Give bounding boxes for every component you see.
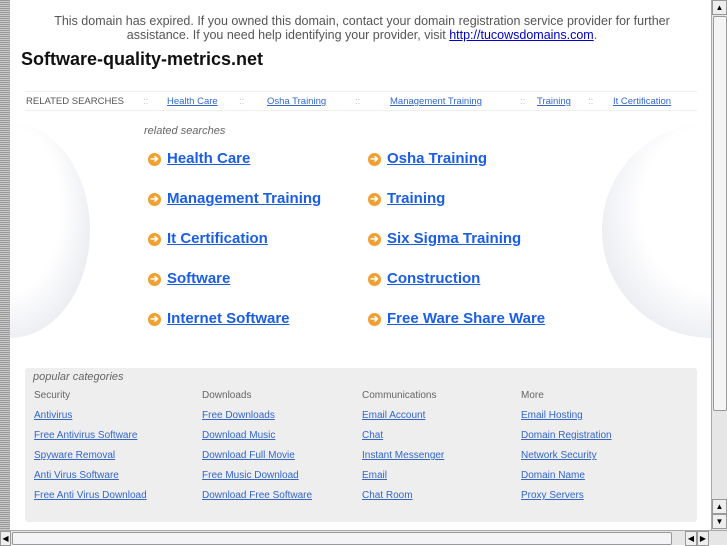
- category-link[interactable]: Free Music Download: [202, 470, 312, 482]
- category-link[interactable]: Download Free Software: [202, 490, 312, 502]
- vertical-scrollbar[interactable]: ▲ ▲ ▼: [711, 0, 727, 530]
- category-link[interactable]: Download Music: [202, 430, 312, 442]
- category-link[interactable]: Free Antivirus Software: [34, 430, 147, 442]
- category-link[interactable]: Anti Virus Software: [34, 470, 147, 482]
- separator: ::: [520, 96, 526, 107]
- notice-end: .: [593, 28, 598, 42]
- related-bar-link[interactable]: Health Care: [167, 96, 218, 107]
- related-bar-link[interactable]: Management Training: [390, 96, 482, 107]
- separator: ::: [239, 96, 245, 107]
- related-bar-label: RELATED SEARCHES: [26, 96, 125, 107]
- category-link[interactable]: Free Anti Virus Download: [34, 490, 147, 502]
- related-link[interactable]: Free Ware Share Ware: [387, 310, 545, 327]
- related-link[interactable]: Training: [387, 190, 445, 207]
- decorative-globe-left: [10, 123, 90, 338]
- popular-title: popular categories: [33, 371, 124, 383]
- arrow-icon: ➔: [148, 193, 161, 206]
- category-link[interactable]: Antivirus: [34, 410, 147, 422]
- arrow-icon: ➔: [148, 233, 161, 246]
- category-link[interactable]: Instant Messenger: [362, 450, 444, 462]
- category-link[interactable]: Email Hosting: [521, 410, 612, 422]
- separator: ::: [588, 96, 594, 107]
- related-link[interactable]: Osha Training: [387, 150, 487, 167]
- related-item: ➔ Training: [368, 190, 445, 207]
- arrow-icon: ➔: [148, 153, 161, 166]
- related-link[interactable]: Construction: [387, 270, 480, 287]
- category-link[interactable]: Chat Room: [362, 490, 444, 502]
- related-searches-title: related searches: [144, 125, 226, 137]
- related-link[interactable]: It Certification: [167, 230, 268, 247]
- category-link[interactable]: Free Downloads: [202, 410, 312, 422]
- category-link[interactable]: Email Account: [362, 410, 444, 422]
- related-item: ➔ Software: [148, 270, 230, 287]
- related-bar-link[interactable]: Osha Training: [267, 96, 326, 107]
- category-column-downloads: Downloads Free Downloads Download Music Do…: [202, 390, 312, 510]
- category-column-more: More Email Hosting Domain Registration Net…: [521, 390, 612, 510]
- related-link[interactable]: Health Care: [167, 150, 250, 167]
- scroll-up-icon[interactable]: ▲: [712, 0, 727, 15]
- related-item: ➔ It Certification: [148, 230, 268, 247]
- decorative-globe-right: [602, 123, 711, 338]
- related-item: ➔ Six Sigma Training: [368, 230, 521, 247]
- related-item: ➔ Management Training: [148, 190, 321, 207]
- popular-categories: popular categories Security Antivirus Fre…: [25, 368, 697, 522]
- category-column-communications: Communications Email Account Chat Instant …: [362, 390, 444, 510]
- separator: ::: [143, 96, 149, 107]
- category-link[interactable]: Spyware Removal: [34, 450, 147, 462]
- separator: ::: [355, 96, 361, 107]
- scroll-down-icon[interactable]: ▼: [712, 514, 727, 529]
- category-column-security: Security Antivirus Free Antivirus Softwar…: [34, 390, 147, 510]
- category-link[interactable]: Email: [362, 470, 444, 482]
- expired-notice: This domain has expired. If you owned th…: [22, 14, 702, 42]
- arrow-icon: ➔: [368, 193, 381, 206]
- horizontal-scroll-thumb[interactable]: [12, 532, 672, 545]
- related-item: ➔ Free Ware Share Ware: [368, 310, 545, 327]
- category-link[interactable]: Domain Name: [521, 470, 612, 482]
- arrow-icon: ➔: [148, 273, 161, 286]
- category-link[interactable]: Proxy Servers: [521, 490, 612, 502]
- related-link[interactable]: Internet Software: [167, 310, 290, 327]
- tucows-link[interactable]: http://tucowsdomains.com: [449, 28, 594, 42]
- related-searches-bar: RELATED SEARCHES :: Health Care :: Osha …: [25, 91, 697, 111]
- related-link[interactable]: Software: [167, 270, 230, 287]
- column-heading: Downloads: [202, 390, 252, 401]
- arrow-icon: ➔: [368, 233, 381, 246]
- scroll-left-icon[interactable]: ◀: [0, 531, 11, 546]
- column-heading: Communications: [362, 390, 437, 401]
- scroll-right-icon[interactable]: ▶: [697, 531, 709, 546]
- related-item: ➔ Health Care: [148, 150, 250, 167]
- arrow-icon: ➔: [368, 153, 381, 166]
- vertical-scroll-thumb[interactable]: [713, 16, 727, 411]
- related-bar-link[interactable]: Training: [537, 96, 571, 107]
- category-link[interactable]: Download Full Movie: [202, 450, 312, 462]
- column-heading: Security: [34, 390, 71, 401]
- category-link[interactable]: Network Security: [521, 450, 612, 462]
- related-link[interactable]: Management Training: [167, 190, 321, 207]
- related-bar-link[interactable]: It Certification: [613, 96, 671, 107]
- column-heading: More: [521, 390, 544, 401]
- related-item: ➔ Osha Training: [368, 150, 487, 167]
- category-link[interactable]: Domain Registration: [521, 430, 612, 442]
- horizontal-scrollbar[interactable]: ◀ ◀ ▶: [0, 530, 727, 546]
- category-link[interactable]: Chat: [362, 430, 444, 442]
- arrow-icon: ➔: [148, 313, 161, 326]
- scroll-up-icon[interactable]: ▲: [712, 499, 727, 514]
- arrow-icon: ➔: [368, 273, 381, 286]
- related-item: ➔ Internet Software: [148, 310, 290, 327]
- scroll-left-icon[interactable]: ◀: [685, 531, 697, 546]
- left-edge-strip: [0, 0, 10, 530]
- arrow-icon: ➔: [368, 313, 381, 326]
- related-item: ➔ Construction: [368, 270, 480, 287]
- related-link[interactable]: Six Sigma Training: [387, 230, 521, 247]
- site-title: Software-quality-metrics.net: [21, 49, 264, 69]
